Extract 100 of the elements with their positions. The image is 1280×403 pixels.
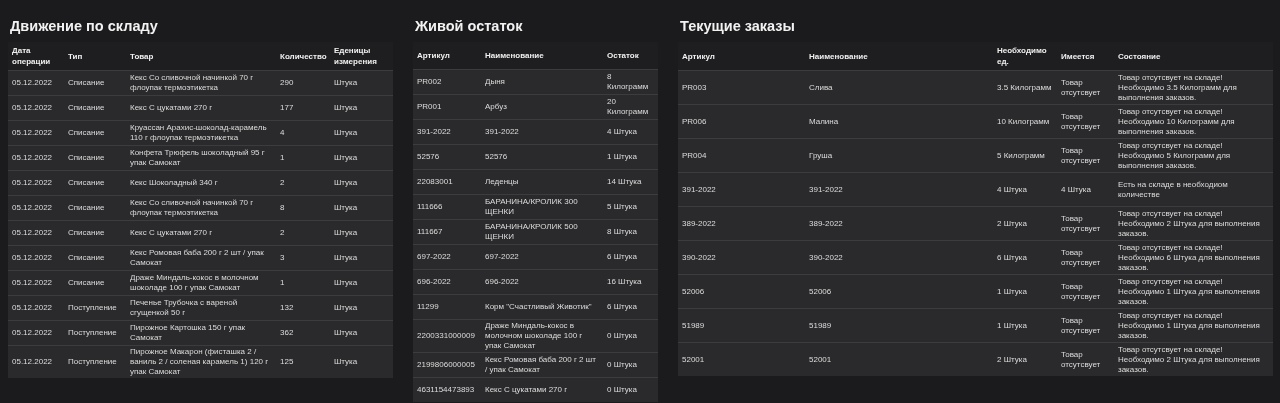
table-cell: 391-2022 xyxy=(678,172,805,207)
table-cell: Кекс С цукатами 270 г xyxy=(126,95,276,121)
table-cell: 390-2022 xyxy=(805,240,993,275)
table-cell: 22083001 xyxy=(413,169,481,195)
table-cell: Кекс Шоколадный 340 г xyxy=(126,170,276,196)
table-cell: Товар отсутсвует на складе! Необходимо 5 Килограмм для выполнения заказов. xyxy=(1114,138,1273,173)
table-cell: Дыня xyxy=(481,69,603,95)
table-cell: Штука xyxy=(330,295,393,321)
table-cell: 391-2022 xyxy=(413,119,481,145)
table-cell: Товар отсутсвует на складе! Необходимо 1 Штука для выполнения заказов. xyxy=(1114,274,1273,309)
table-cell: 16 Штука xyxy=(603,269,658,295)
table-cell: 05.12.2022 xyxy=(8,195,64,221)
table-cell: Списание xyxy=(64,70,126,96)
column-header: Необходимо ед. xyxy=(993,42,1057,71)
table-cell: Штука xyxy=(330,170,393,196)
table-cell: Штука xyxy=(330,145,393,171)
table-cell: Списание xyxy=(64,95,126,121)
column-header: Артикул xyxy=(413,42,481,70)
table-cell: 696-2022 xyxy=(413,269,481,295)
column-header: Наименование xyxy=(805,42,993,71)
table-cell: Товар отсутсвует на складе! Необходимо 3.5 Килограмм для выполнения заказов. xyxy=(1114,70,1273,105)
table-cell: 5 Штука xyxy=(603,194,658,220)
column-header: Наименование xyxy=(481,42,603,70)
table-cell: 51989 xyxy=(805,308,993,343)
column-header: Еденицы измерения xyxy=(330,42,393,71)
table-cell: 125 xyxy=(276,345,330,378)
table-cell: 6 Штука xyxy=(603,244,658,270)
table-cell: 05.12.2022 xyxy=(8,270,64,296)
table-cell: 05.12.2022 xyxy=(8,295,64,321)
table-cell: Товар отсутсвует на складе! Необходимо 2 Штука для выполнения заказов. xyxy=(1114,342,1273,376)
table-cell: 0 Штука xyxy=(603,377,658,402)
table-cell: Кекс Со сливочной начинкой 70 г флоупак термоэтикетка xyxy=(126,70,276,96)
column-header: Имеется xyxy=(1057,42,1114,71)
table-cell: 1 Штука xyxy=(993,274,1057,309)
table-cell: Штука xyxy=(330,320,393,346)
table-cell: PR003 xyxy=(678,70,805,105)
table-cell: 2199806000005 xyxy=(413,352,481,378)
table-cell: Печенье Трубочка с вареной сгущенкой 50 г xyxy=(126,295,276,321)
table-cell: Штука xyxy=(330,195,393,221)
table-cell: 132 xyxy=(276,295,330,321)
table-cell: Штука xyxy=(330,345,393,378)
table-cell: PR001 xyxy=(413,94,481,120)
table-cell: 4 Штука xyxy=(1057,172,1114,207)
table-cell: 8 Килограмм xyxy=(603,69,658,95)
table-cell: 391-2022 xyxy=(805,172,993,207)
table-cell: 05.12.2022 xyxy=(8,145,64,171)
column-header: Тип xyxy=(64,42,126,71)
table-cell: Есть на складе в необходиом количестве xyxy=(1114,172,1273,207)
column-header: Товар xyxy=(126,42,276,71)
table-cell: Штука xyxy=(330,270,393,296)
table-cell: 05.12.2022 xyxy=(8,95,64,121)
table-cell: 290 xyxy=(276,70,330,96)
section-title: Движение по складу xyxy=(10,18,159,34)
table-cell: 52006 xyxy=(805,274,993,309)
table-cell: 2 xyxy=(276,220,330,246)
table-cell: Арбуз xyxy=(481,94,603,120)
table-cell: 3 xyxy=(276,245,330,271)
table-cell: 2 xyxy=(276,170,330,196)
table-cell: 05.12.2022 xyxy=(8,120,64,146)
table-cell: 1 Штука xyxy=(603,144,658,170)
table-cell: 389-2022 xyxy=(678,206,805,241)
table-cell: Товар отсутсвует xyxy=(1057,206,1114,241)
table-cell: Пирожное Картошка 150 г упак Самокат xyxy=(126,320,276,346)
table-cell: БАРАНИНА/КРОЛИК 500 ЩЕНКИ xyxy=(481,219,603,245)
table-cell: 05.12.2022 xyxy=(8,245,64,271)
table-cell: Груша xyxy=(805,138,993,173)
table-cell: 2 Штука xyxy=(993,342,1057,376)
table-cell: 4631154473893 xyxy=(413,377,481,402)
table-cell: PR002 xyxy=(413,69,481,95)
table-cell: 8 Штука xyxy=(603,219,658,245)
table-cell: Товар отсутсвует xyxy=(1057,138,1114,173)
table-cell: Штука xyxy=(330,220,393,246)
table-cell: 389-2022 xyxy=(805,206,993,241)
table-cell: БАРАНИНА/КРОЛИК 300 ЩЕНКИ xyxy=(481,194,603,220)
table-cell: 52576 xyxy=(481,144,603,170)
table-cell: 0 Штука xyxy=(603,352,658,378)
table-cell: Слива xyxy=(805,70,993,105)
table-cell: 390-2022 xyxy=(678,240,805,275)
table-cell: Кекс С цукатами 270 г xyxy=(126,220,276,246)
table-cell: Кекс С цукатами 270 г xyxy=(481,377,603,402)
table-cell: 51989 xyxy=(678,308,805,343)
column-header: Состояние xyxy=(1114,42,1273,71)
table-cell: 696-2022 xyxy=(481,269,603,295)
table-cell: Пирожное Макарон (фисташка 2 / ваниль 2 / соленая карамель 1) 120 г упак Самокат xyxy=(126,345,276,378)
table-cell: 2200331000009 xyxy=(413,319,481,353)
table-cell: Товар отсутсвует xyxy=(1057,104,1114,139)
table-cell: 05.12.2022 xyxy=(8,320,64,346)
table-cell: 52001 xyxy=(678,342,805,376)
table-cell: Корм "Счастливый Животик" xyxy=(481,294,603,320)
table-cell: Кекс Ромовая баба 200 г 2 шт / упак Самокат xyxy=(481,352,603,378)
table-cell: 05.12.2022 xyxy=(8,70,64,96)
table-cell: 05.12.2022 xyxy=(8,345,64,378)
table-cell: Леденцы xyxy=(481,169,603,195)
table-cell: Списание xyxy=(64,145,126,171)
table-cell: 0 Штука xyxy=(603,319,658,353)
table-cell: 1 Штука xyxy=(993,308,1057,343)
column-header: Дата операции xyxy=(8,42,64,71)
table-cell: Списание xyxy=(64,120,126,146)
table-cell: PR004 xyxy=(678,138,805,173)
table-cell: Товар отсутсвует на складе! Необходимо 1 Штука для выполнения заказов. xyxy=(1114,308,1273,343)
